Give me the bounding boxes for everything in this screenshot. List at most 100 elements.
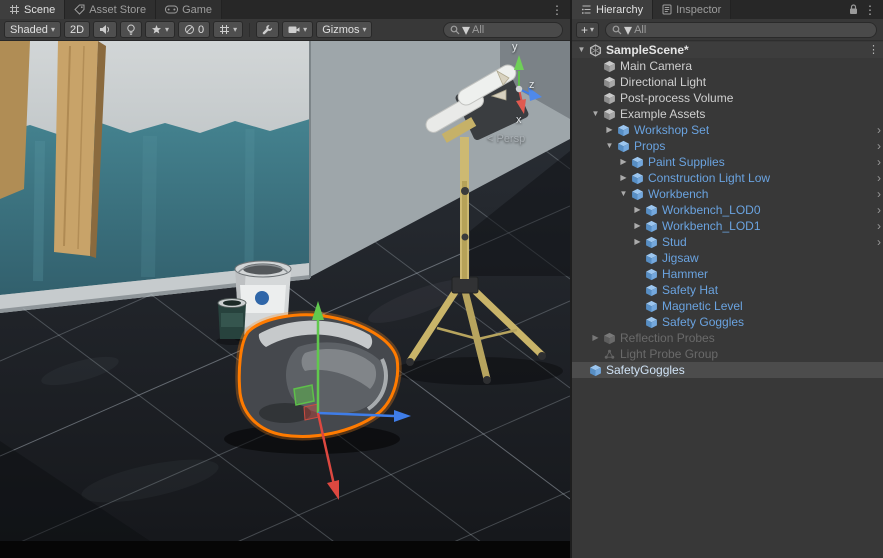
hierarchy-item-reflection-probes[interactable]: ▶Reflection Probes — [572, 330, 883, 346]
hierarchy-item-label: Safety Goggles — [662, 315, 744, 329]
foldout-collapsed-icon[interactable]: ▶ — [631, 206, 644, 214]
scene-visibility-button[interactable]: 0 — [178, 21, 210, 38]
hierarchy-item-label: Workbench — [648, 187, 708, 201]
prefab-open-chevron-icon[interactable]: › — [877, 139, 881, 153]
grid-visibility-dropdown[interactable]: ▾ — [213, 21, 243, 38]
prefab-open-chevron-icon[interactable]: › — [877, 171, 881, 185]
persp-label[interactable]: < Persp — [487, 133, 525, 145]
foldout-collapsed-icon[interactable]: ▶ — [631, 222, 644, 230]
hierarchy-item-construction-light-low[interactable]: ▶ Construction Light Low › — [572, 170, 883, 186]
scene-menu-kebab-icon[interactable]: ⋮ — [868, 43, 879, 57]
foldout-collapsed-icon[interactable]: ▶ — [603, 126, 616, 134]
foldout-expanded-icon[interactable]: ▼ — [617, 190, 630, 198]
lighting-toggle-button[interactable] — [120, 21, 142, 38]
gizmo-axis-z-label[interactable]: z — [529, 79, 535, 91]
hierarchy-item-main-camera[interactable]: Main Camera — [572, 58, 883, 74]
tab-hierarchy[interactable]: Hierarchy — [572, 0, 653, 19]
hierarchy-item-safetygoggles[interactable]: SafetyGoggles — [572, 362, 883, 378]
hierarchy-item-label: Jigsaw — [662, 251, 699, 265]
hierarchy-panel: Hierarchy Inspector ⋮ + ▾ ▾ ▼SampleScene — [572, 0, 883, 558]
foldout-collapsed-icon[interactable]: ▶ — [589, 334, 602, 342]
hierarchy-item-workbench[interactable]: ▼ Workbench › — [572, 186, 883, 202]
hierarchy-item-stud[interactable]: ▶Stud› — [572, 234, 883, 250]
hierarchy-search-input[interactable] — [634, 24, 870, 36]
indent-spacer — [572, 290, 631, 291]
hierarchy-item-post-process-volume[interactable]: Post-process Volume — [572, 90, 883, 106]
indent-spacer — [572, 82, 589, 83]
hierarchy-item-magnetic-level[interactable]: Magnetic Level — [572, 298, 883, 314]
foldout-expanded-icon[interactable]: ▼ — [575, 46, 588, 54]
tab-game[interactable]: Game — [156, 0, 222, 19]
foldout-collapsed-icon[interactable]: ▶ — [617, 174, 630, 182]
prefab-open-chevron-icon[interactable]: › — [877, 187, 881, 201]
hierarchy-item-safety-hat[interactable]: Safety Hat — [572, 282, 883, 298]
wrench-icon — [262, 24, 273, 35]
draw-mode-dropdown[interactable]: Shaded ▾ — [4, 21, 61, 38]
camera-dropdown[interactable]: ▾ — [282, 21, 313, 38]
scene-search[interactable]: ▾ — [443, 22, 563, 38]
hierarchy-item-props[interactable]: ▼Props› — [572, 138, 883, 154]
foldout-collapsed-icon[interactable]: ▶ — [631, 238, 644, 246]
scene-search-input[interactable] — [472, 24, 556, 36]
gameobject-icon — [602, 59, 617, 73]
hierarchy-item-light-probe-group[interactable]: Light Probe Group — [572, 346, 883, 362]
tab-scene[interactable]: Scene — [0, 0, 65, 19]
hierarchy-item-workbench-lod1[interactable]: ▶Workbench_LOD1› — [572, 218, 883, 234]
foldout-expanded-icon[interactable]: ▼ — [589, 110, 602, 118]
hierarchy-item-workshop-set[interactable]: ▶ Workshop Set › — [572, 122, 883, 138]
gamepad-icon — [165, 5, 178, 14]
prefab-open-chevron-icon[interactable]: › — [877, 235, 881, 249]
indent-spacer — [572, 114, 589, 115]
hierarchy-item-label: Construction Light Low — [648, 171, 770, 185]
tools-button[interactable] — [256, 21, 279, 38]
gizmos-dropdown[interactable]: Gizmos ▾ — [316, 21, 372, 38]
prefab-open-chevron-icon[interactable]: › — [877, 219, 881, 233]
gizmo-axis-y-label[interactable]: y — [512, 41, 518, 53]
indent-spacer — [572, 354, 589, 355]
scene-grid-icon — [9, 4, 20, 15]
asset-store-icon — [74, 4, 85, 15]
scene-viewport[interactable]: y z x < Persp — [0, 41, 570, 541]
foldout-collapsed-icon[interactable]: ▶ — [617, 158, 630, 166]
chevron-down-icon: ▾ — [51, 26, 55, 34]
effects-dropdown[interactable]: ▾ — [145, 21, 175, 38]
prefab-icon — [644, 235, 659, 249]
scene-panel-menu-icon[interactable]: ⋮ — [551, 4, 563, 16]
hierarchy-item-hammer[interactable]: Hammer — [572, 266, 883, 282]
hierarchy-tree[interactable]: ▼SampleScene*⋮Main CameraDirectional Lig… — [572, 41, 883, 558]
hierarchy-item-jigsaw[interactable]: Jigsaw — [572, 250, 883, 266]
prefab-icon — [644, 267, 659, 281]
tab-inspector[interactable]: Inspector — [653, 0, 731, 19]
indent-spacer — [572, 306, 631, 307]
prefab-open-chevron-icon[interactable]: › — [877, 203, 881, 217]
hierarchy-item-label: Workshop Set — [634, 123, 709, 137]
hierarchy-panel-menu-icon[interactable]: ⋮ — [864, 4, 876, 16]
unity-editor: Scene Asset Store Game ⋮ Shaded ▾ 2D — [0, 0, 883, 558]
hierarchy-item-samplescene[interactable]: ▼SampleScene*⋮ — [572, 42, 883, 58]
foldout-expanded-icon[interactable]: ▼ — [603, 142, 616, 150]
scene-toolbar: Shaded ▾ 2D ▾ 0 ▾ — [0, 19, 570, 41]
lightbulb-icon — [126, 24, 136, 36]
unity-scene-icon — [588, 43, 603, 57]
hierarchy-search[interactable]: ▾ — [605, 22, 877, 38]
search-icon — [450, 25, 460, 35]
chevron-down-icon: ▾ — [462, 20, 470, 40]
camera-icon — [288, 25, 300, 34]
hierarchy-item-paint-supplies[interactable]: ▶Paint Supplies› — [572, 154, 883, 170]
create-object-button[interactable]: + ▾ — [576, 22, 599, 38]
hierarchy-item-directional-light[interactable]: Directional Light — [572, 74, 883, 90]
audio-toggle-button[interactable] — [93, 21, 117, 38]
prefab-open-chevron-icon[interactable]: › — [877, 123, 881, 137]
prefab-open-chevron-icon[interactable]: › — [877, 155, 881, 169]
hierarchy-item-workbench-lod0[interactable]: ▶Workbench_LOD0› — [572, 202, 883, 218]
hierarchy-item-example-assets[interactable]: ▼Example Assets — [572, 106, 883, 122]
gizmo-axis-x-label[interactable]: x — [516, 114, 522, 126]
indent-spacer — [572, 258, 631, 259]
toggle-2d-label: 2D — [70, 24, 84, 36]
draw-mode-label: Shaded — [10, 24, 48, 36]
lock-icon[interactable] — [849, 4, 858, 15]
hierarchy-item-safety-goggles[interactable]: Safety Goggles — [572, 314, 883, 330]
tab-asset-store[interactable]: Asset Store — [65, 0, 156, 19]
toggle-2d-button[interactable]: 2D — [64, 21, 90, 38]
prefab-icon — [630, 187, 645, 201]
